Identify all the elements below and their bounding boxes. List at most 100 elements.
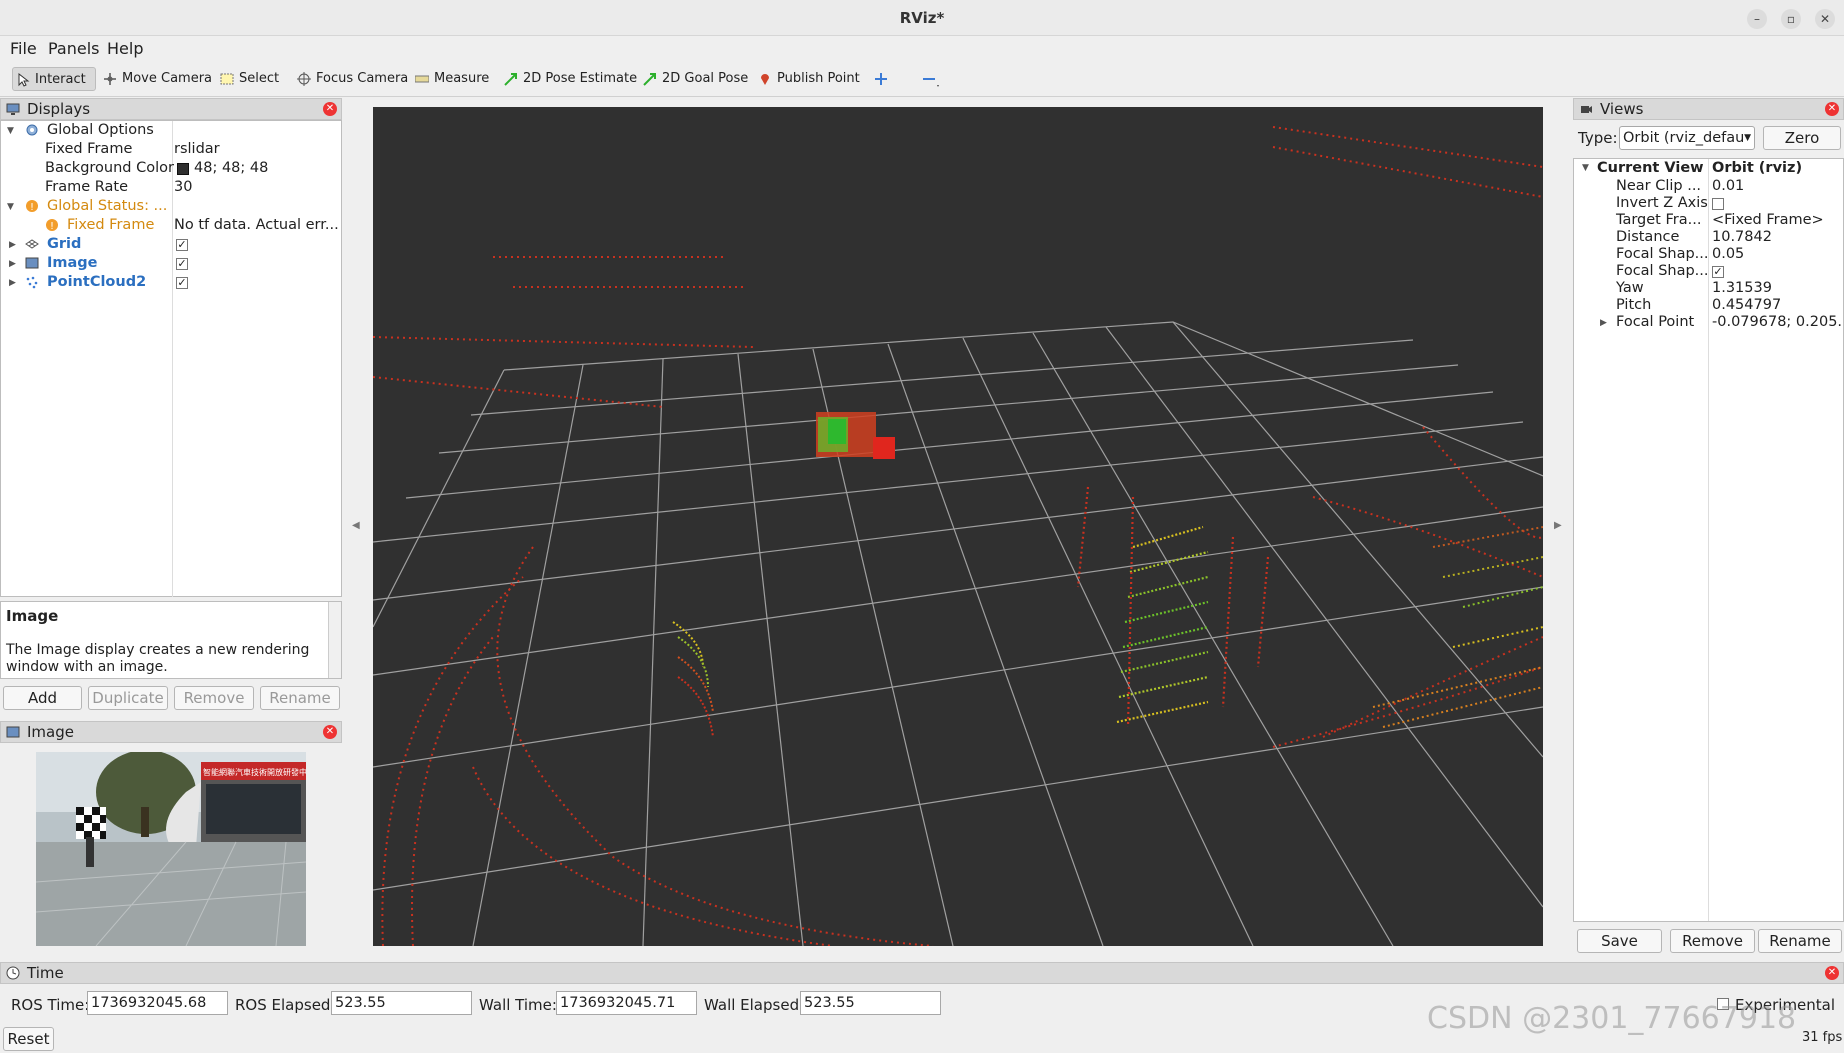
ros-time-label: ROS Time: bbox=[11, 996, 90, 1014]
focus-camera-label: Focus Camera bbox=[316, 71, 409, 86]
remove-tool-button[interactable] bbox=[920, 67, 942, 91]
current-view-label[interactable]: Current View bbox=[1597, 159, 1704, 178]
chevron-down-icon: ▼ bbox=[1744, 133, 1751, 143]
pointcloud-icon bbox=[26, 276, 38, 289]
wall-elapsed-field[interactable]: 523.55 bbox=[800, 991, 941, 1015]
save-view-button[interactable]: Save bbox=[1577, 929, 1662, 953]
pointcloud-checkbox[interactable]: ✓ bbox=[176, 277, 188, 289]
image-display-label[interactable]: Image bbox=[47, 254, 98, 273]
close-icon[interactable]: ✕ bbox=[1825, 102, 1839, 116]
expand-arrow-icon[interactable]: ▶ bbox=[1600, 318, 1607, 328]
color-swatch[interactable] bbox=[177, 163, 189, 175]
time-panel-header: Time ✕ bbox=[0, 962, 1844, 984]
move-camera-tool[interactable]: Move Camera bbox=[100, 67, 212, 91]
minimize-button[interactable]: – bbox=[1747, 9, 1767, 29]
render-viewport[interactable] bbox=[373, 107, 1543, 946]
ros-time-field[interactable]: 1736932045.68 bbox=[87, 991, 228, 1015]
measure-label: Measure bbox=[434, 71, 490, 86]
pointcloud-view bbox=[373, 126, 1543, 946]
global-options-label[interactable]: Global Options bbox=[47, 121, 154, 140]
pose-estimate-tool[interactable]: 2D Pose Estimate bbox=[501, 67, 637, 91]
collapse-arrow-icon[interactable]: ▼ bbox=[1582, 163, 1589, 173]
cursor-icon bbox=[18, 73, 30, 87]
gear-icon bbox=[26, 124, 38, 136]
view-prop-name: Near Clip ... bbox=[1616, 178, 1702, 194]
menu-bar: File Panels Help bbox=[0, 36, 1844, 60]
collapse-arrow-icon[interactable]: ▼ bbox=[7, 126, 14, 136]
zero-button[interactable]: Zero bbox=[1763, 126, 1841, 150]
close-icon[interactable]: ✕ bbox=[323, 102, 337, 116]
fixed-frame-label: Fixed Frame bbox=[45, 141, 133, 157]
close-icon[interactable]: ✕ bbox=[323, 725, 337, 739]
duplicate-display-button[interactable]: Duplicate bbox=[88, 686, 168, 710]
view-type-value: Orbit (rviz_defau bbox=[1623, 130, 1745, 146]
view-type-select[interactable]: Orbit (rviz_defau ▼ bbox=[1619, 126, 1755, 150]
maximize-button[interactable]: ▫ bbox=[1781, 9, 1801, 29]
menu-file[interactable]: File bbox=[10, 39, 37, 58]
add-tool-button[interactable] bbox=[872, 67, 892, 91]
view-prop-value[interactable]: 0.05 bbox=[1712, 246, 1842, 263]
view-prop-name: Distance bbox=[1616, 229, 1680, 245]
remove-display-button[interactable]: Remove bbox=[174, 686, 254, 710]
expand-arrow-icon[interactable]: ▶ bbox=[9, 278, 16, 288]
displays-tree: ▼ Global Options Fixed Frame rslidar Bac… bbox=[0, 120, 342, 597]
ros-elapsed-field[interactable]: 523.55 bbox=[331, 991, 472, 1015]
watermark: CSDN @2301_77667918 bbox=[1427, 1001, 1797, 1036]
collapse-left-arrow-icon[interactable]: ◀ bbox=[352, 520, 360, 531]
close-button[interactable]: ✕ bbox=[1815, 9, 1835, 29]
object-cluster-far-right bbox=[1372, 526, 1543, 728]
displays-panel-header: Displays ✕ bbox=[0, 98, 342, 120]
view-prop-checkbox[interactable] bbox=[1712, 198, 1724, 210]
remove-view-button[interactable]: Remove bbox=[1670, 929, 1755, 953]
view-prop-value[interactable]: 0.01 bbox=[1712, 178, 1842, 195]
wall-time-field[interactable]: 1736932045.71 bbox=[556, 991, 697, 1015]
fixed-frame-value[interactable]: rslidar bbox=[174, 140, 220, 159]
view-prop-name: Focal Shap... bbox=[1616, 263, 1709, 279]
image-checkbox[interactable]: ✓ bbox=[176, 258, 188, 270]
reset-button[interactable]: Reset bbox=[3, 1027, 54, 1051]
background-color-value[interactable]: 48; 48; 48 bbox=[194, 159, 268, 178]
measure-tool[interactable]: Measure bbox=[412, 67, 489, 91]
views-tree: ▼ Current View Orbit (rviz) Near Clip ..… bbox=[1573, 158, 1844, 922]
image-panel-header: Image ✕ bbox=[0, 721, 342, 743]
expand-arrow-icon[interactable]: ▶ bbox=[9, 240, 16, 250]
focus-camera-tool[interactable]: Focus Camera bbox=[294, 67, 408, 91]
camera-image: 智能網聯汽車技術開放研發中心 電子信息學院 bbox=[36, 752, 306, 946]
view-prop-value[interactable]: <Fixed Frame> bbox=[1712, 212, 1842, 229]
rename-display-button[interactable]: Rename bbox=[260, 686, 340, 710]
view-prop-name: Target Fra... bbox=[1616, 212, 1702, 228]
collapse-right-arrow-icon[interactable]: ▶ bbox=[1554, 520, 1562, 531]
interact-tool[interactable]: Interact bbox=[12, 67, 96, 91]
publish-point-tool[interactable]: Publish Point bbox=[755, 67, 860, 91]
expand-arrow-icon[interactable]: ▶ bbox=[9, 259, 16, 269]
view-prop-value[interactable]: 0.454797 bbox=[1712, 297, 1842, 314]
camera-icon bbox=[1581, 106, 1592, 113]
select-tool[interactable]: Select bbox=[217, 67, 279, 91]
collapse-arrow-icon[interactable]: ▼ bbox=[7, 202, 14, 212]
current-view-value: Orbit (rviz) bbox=[1712, 160, 1803, 176]
frame-rate-value[interactable]: 30 bbox=[174, 178, 192, 197]
add-display-button[interactable]: Add bbox=[3, 686, 82, 710]
global-status-label[interactable]: Global Status: ... bbox=[47, 197, 167, 216]
grid-display-label[interactable]: Grid bbox=[47, 235, 81, 254]
view-prop-value[interactable]: 1.31539 bbox=[1712, 280, 1842, 297]
green-arrow-icon bbox=[643, 73, 656, 86]
move-camera-label: Move Camera bbox=[122, 71, 213, 86]
select-icon bbox=[220, 73, 234, 85]
wall-elapsed-label: Wall Elapsed: bbox=[704, 996, 805, 1014]
pointcloud-display-label[interactable]: PointCloud2 bbox=[47, 273, 146, 292]
window-title: RViz* bbox=[899, 9, 945, 27]
rename-view-button[interactable]: Rename bbox=[1758, 929, 1842, 953]
menu-panels[interactable]: Panels bbox=[48, 39, 100, 58]
goal-pose-tool[interactable]: 2D Goal Pose bbox=[640, 67, 748, 91]
grid-checkbox[interactable]: ✓ bbox=[176, 239, 188, 251]
ring-scan-points bbox=[373, 126, 1543, 946]
view-prop-value[interactable]: 10.7842 bbox=[1712, 229, 1842, 246]
view-prop-checkbox[interactable]: ✓ bbox=[1712, 266, 1724, 278]
description-scrollbar[interactable] bbox=[328, 602, 341, 678]
view-type-label: Type: bbox=[1578, 129, 1618, 147]
view-prop-value[interactable]: -0.079678; 0.205... bbox=[1712, 314, 1842, 331]
frame-rate-label: Frame Rate bbox=[45, 179, 129, 195]
close-icon[interactable]: ✕ bbox=[1825, 966, 1839, 980]
menu-help[interactable]: Help bbox=[107, 39, 143, 58]
